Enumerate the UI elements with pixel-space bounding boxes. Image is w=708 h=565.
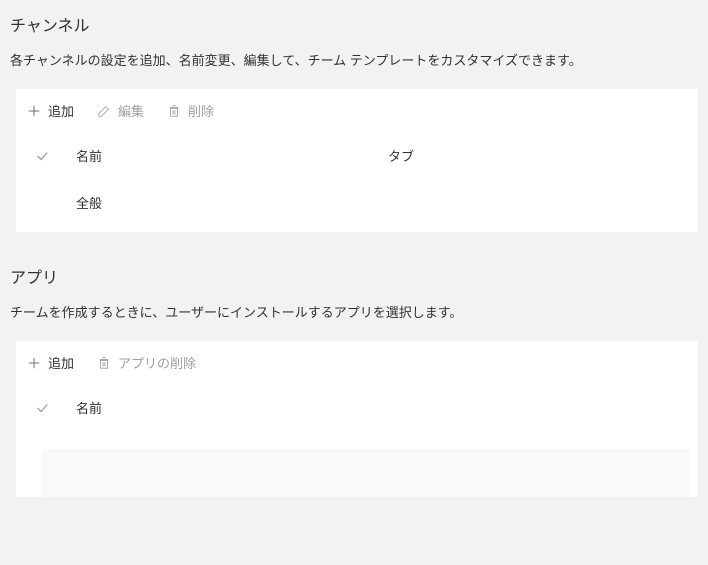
channels-add-button[interactable]: 追加: [26, 101, 74, 120]
apps-empty-area: [42, 449, 690, 497]
delete-label: アプリの削除: [118, 353, 196, 372]
channels-delete-button[interactable]: 削除: [166, 101, 214, 120]
edit-icon: [96, 103, 112, 119]
apps-section: アプリ チームを作成するときに、ユーザーにインストールするアプリを選択します。 …: [0, 252, 708, 517]
row-name: 全般: [76, 193, 388, 212]
apps-panel: 追加 アプリの削除 名前: [16, 341, 698, 497]
channels-toolbar: 追加 編集 削除: [16, 89, 698, 132]
channels-description: 各チャンネルの設定を追加、名前変更、編集して、チーム テンプレートをカスタマイズ…: [10, 50, 698, 89]
channels-panel: 追加 編集 削除 名前 タブ: [16, 89, 698, 232]
trash-icon: [166, 103, 182, 119]
apps-table-header: 名前: [16, 384, 698, 431]
channels-title: チャンネル: [10, 10, 698, 50]
channels-edit-button[interactable]: 編集: [96, 101, 144, 120]
plus-icon: [26, 355, 42, 371]
channels-section: チャンネル 各チャンネルの設定を追加、名前変更、編集して、チーム テンプレートを…: [0, 0, 708, 252]
column-header-tab[interactable]: タブ: [388, 146, 688, 165]
delete-label: 削除: [188, 101, 214, 120]
add-label: 追加: [48, 353, 74, 372]
apps-delete-button[interactable]: アプリの削除: [96, 353, 196, 372]
apps-description: チームを作成するときに、ユーザーにインストールするアプリを選択します。: [10, 302, 698, 341]
check-icon: [34, 400, 50, 416]
column-header-name[interactable]: 名前: [76, 146, 388, 165]
table-row[interactable]: 全般: [16, 179, 698, 232]
plus-icon: [26, 103, 42, 119]
select-all-checkbox[interactable]: [26, 400, 76, 416]
channels-table-header: 名前 タブ: [16, 132, 698, 179]
trash-icon: [96, 355, 112, 371]
apps-add-button[interactable]: 追加: [26, 353, 74, 372]
check-icon: [34, 148, 50, 164]
add-label: 追加: [48, 101, 74, 120]
column-header-name[interactable]: 名前: [76, 398, 688, 417]
apps-toolbar: 追加 アプリの削除: [16, 341, 698, 384]
edit-label: 編集: [118, 101, 144, 120]
apps-title: アプリ: [10, 262, 698, 302]
select-all-checkbox[interactable]: [26, 148, 76, 164]
